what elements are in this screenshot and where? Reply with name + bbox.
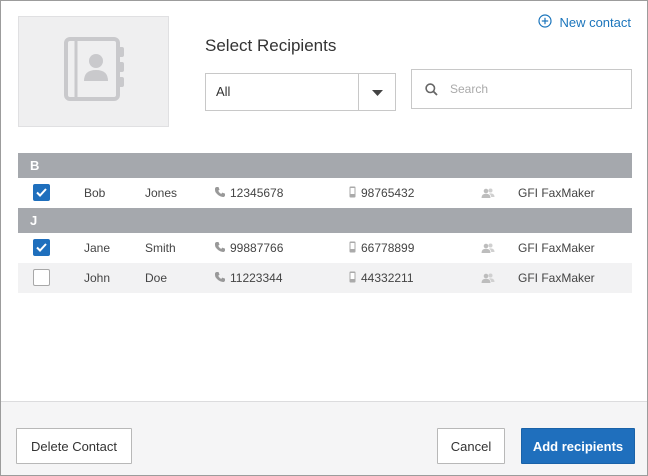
plus-circle-icon (538, 14, 553, 31)
filter-selected-value: All (216, 84, 231, 99)
phone-cell: 11223344 (214, 263, 283, 293)
dialog-footer: Delete Contact Cancel Add recipients (1, 401, 647, 475)
mobile-cell: 98765432 (349, 178, 414, 208)
first-name: Bob (84, 186, 106, 200)
dialog-title: Select Recipients (205, 36, 337, 55)
fax-service: GFI FaxMaker (518, 186, 595, 200)
list-item[interactable]: Bob Jones 12345678 98765432 GFI FaxMaker (18, 178, 632, 208)
add-recipients-button[interactable]: Add recipients (521, 428, 635, 464)
caret-down-icon (371, 83, 383, 101)
mobile-phone-icon (349, 271, 356, 286)
phone-number: 99887766 (230, 241, 284, 255)
list-item[interactable]: Jane Smith 99887766 66778899 GFI FaxMake… (18, 233, 632, 263)
row-checkbox[interactable] (33, 184, 50, 201)
search-input[interactable] (450, 82, 631, 96)
group-header-b: B (18, 153, 632, 178)
recipient-list: B Bob Jones 12345678 98765432 GFI FaxMak… (18, 153, 632, 293)
row-checkbox[interactable] (33, 239, 50, 256)
recipient-filter-select[interactable]: All (205, 73, 396, 111)
first-name: Jane (84, 241, 111, 255)
phone-number: 12345678 (230, 186, 284, 200)
phone-number: 11223344 (230, 271, 283, 285)
contact-avatar-placeholder (18, 16, 169, 127)
mobile-number: 44332211 (361, 271, 414, 285)
mobile-phone-icon (349, 241, 356, 256)
phone-cell: 12345678 (214, 178, 283, 208)
people-icon (481, 178, 495, 208)
last-name: Doe (145, 271, 168, 285)
row-checkbox[interactable] (33, 269, 50, 286)
list-item[interactable]: John Doe 11223344 44332211 GFI FaxMaker (18, 263, 632, 293)
first-name: John (84, 271, 111, 285)
phone-icon (214, 186, 226, 201)
phone-cell: 99887766 (214, 233, 283, 263)
mobile-cell: 66778899 (349, 233, 414, 263)
search-field[interactable] (411, 69, 632, 109)
search-icon (412, 82, 450, 96)
new-contact-link[interactable]: New contact (538, 14, 631, 31)
last-name: Jones (145, 186, 178, 200)
people-icon (481, 263, 495, 293)
phone-icon (214, 241, 226, 256)
last-name: Smith (145, 241, 176, 255)
select-recipients-dialog: Select Recipients New contact All Search… (0, 0, 648, 476)
filter-dropdown-button[interactable] (358, 74, 395, 110)
mobile-phone-icon (349, 186, 356, 201)
address-book-icon (58, 37, 130, 106)
fax-service: GFI FaxMaker (518, 271, 595, 285)
new-contact-label: New contact (559, 15, 631, 30)
fax-service: GFI FaxMaker (518, 241, 595, 255)
mobile-number: 98765432 (361, 186, 415, 200)
group-header-j: J (18, 208, 632, 233)
mobile-cell: 44332211 (349, 263, 414, 293)
people-icon (481, 233, 495, 263)
mobile-number: 66778899 (361, 241, 415, 255)
delete-contact-button[interactable]: Delete Contact (16, 428, 132, 464)
cancel-button[interactable]: Cancel (437, 428, 505, 464)
phone-icon (214, 271, 226, 286)
